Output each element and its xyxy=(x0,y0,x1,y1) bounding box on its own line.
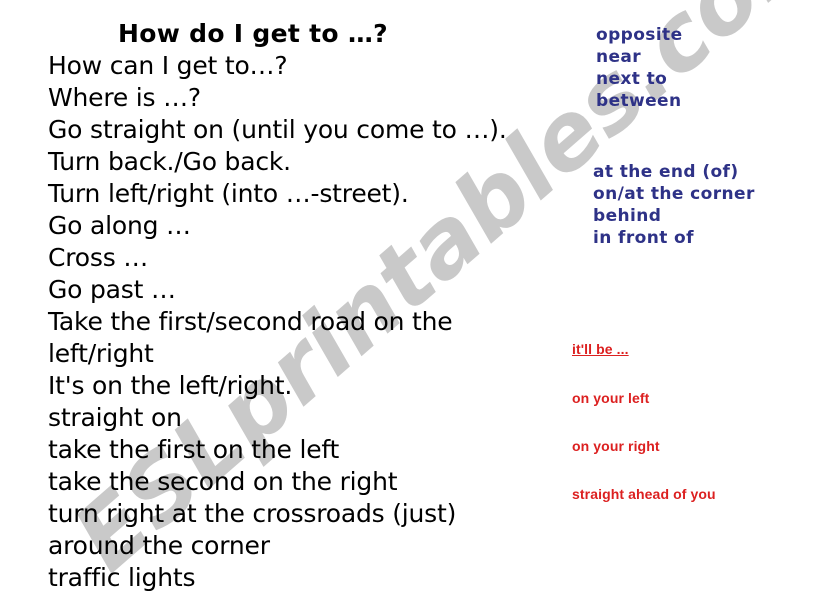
preposition-item: near xyxy=(596,47,642,67)
preposition-item: between xyxy=(596,91,682,111)
phrase-line: take the second on the right xyxy=(48,467,398,496)
phrase-line: turn right at the crossroads (just) xyxy=(48,499,457,528)
phrase-line: straight on xyxy=(48,403,182,432)
prepositions-group-two: at the end (of) on/at the corner behind … xyxy=(593,161,755,249)
preposition-item: behind xyxy=(593,206,662,226)
response-item: on your right xyxy=(572,438,660,454)
phrase-line: Where is …? xyxy=(48,83,201,112)
phrase-line: Go along … xyxy=(48,211,191,240)
phrase-line: How can I get to…? xyxy=(48,51,288,80)
preposition-item: next to xyxy=(596,69,668,89)
phrase-line: take the first on the left xyxy=(48,435,340,464)
phrase-line: Turn left/right (into …-street). xyxy=(48,179,409,208)
preposition-item: opposite xyxy=(596,25,683,45)
prepositions-group-one: opposite near next to between xyxy=(596,24,683,112)
phrase-line: It's on the left/right. xyxy=(48,371,293,400)
worksheet-page: ESLprintables.com How do I get to …? How… xyxy=(0,0,821,616)
phrase-line: left/right xyxy=(48,339,154,368)
phrases-column: How do I get to …? How can I get to…? Wh… xyxy=(48,18,568,594)
phrase-line: traffic lights xyxy=(48,563,196,592)
responses-group: it'll be ... on your left on your right … xyxy=(572,341,716,502)
phrase-line: around the corner xyxy=(48,531,270,560)
response-item: straight ahead of you xyxy=(572,486,716,502)
preposition-item: in front of xyxy=(593,228,694,248)
responses-heading: it'll be ... xyxy=(572,341,629,357)
phrase-line: Go straight on (until you come to …). xyxy=(48,115,507,144)
response-item: on your left xyxy=(572,390,650,406)
phrase-line: Take the first/second road on the xyxy=(48,307,453,336)
preposition-item: on/at the corner xyxy=(593,184,755,204)
phrase-line: Cross … xyxy=(48,243,149,272)
page-title: How do I get to …? xyxy=(118,19,388,48)
phrase-line: Turn back./Go back. xyxy=(48,147,291,176)
phrase-line: Go past … xyxy=(48,275,176,304)
preposition-item: at the end (of) xyxy=(593,162,739,182)
